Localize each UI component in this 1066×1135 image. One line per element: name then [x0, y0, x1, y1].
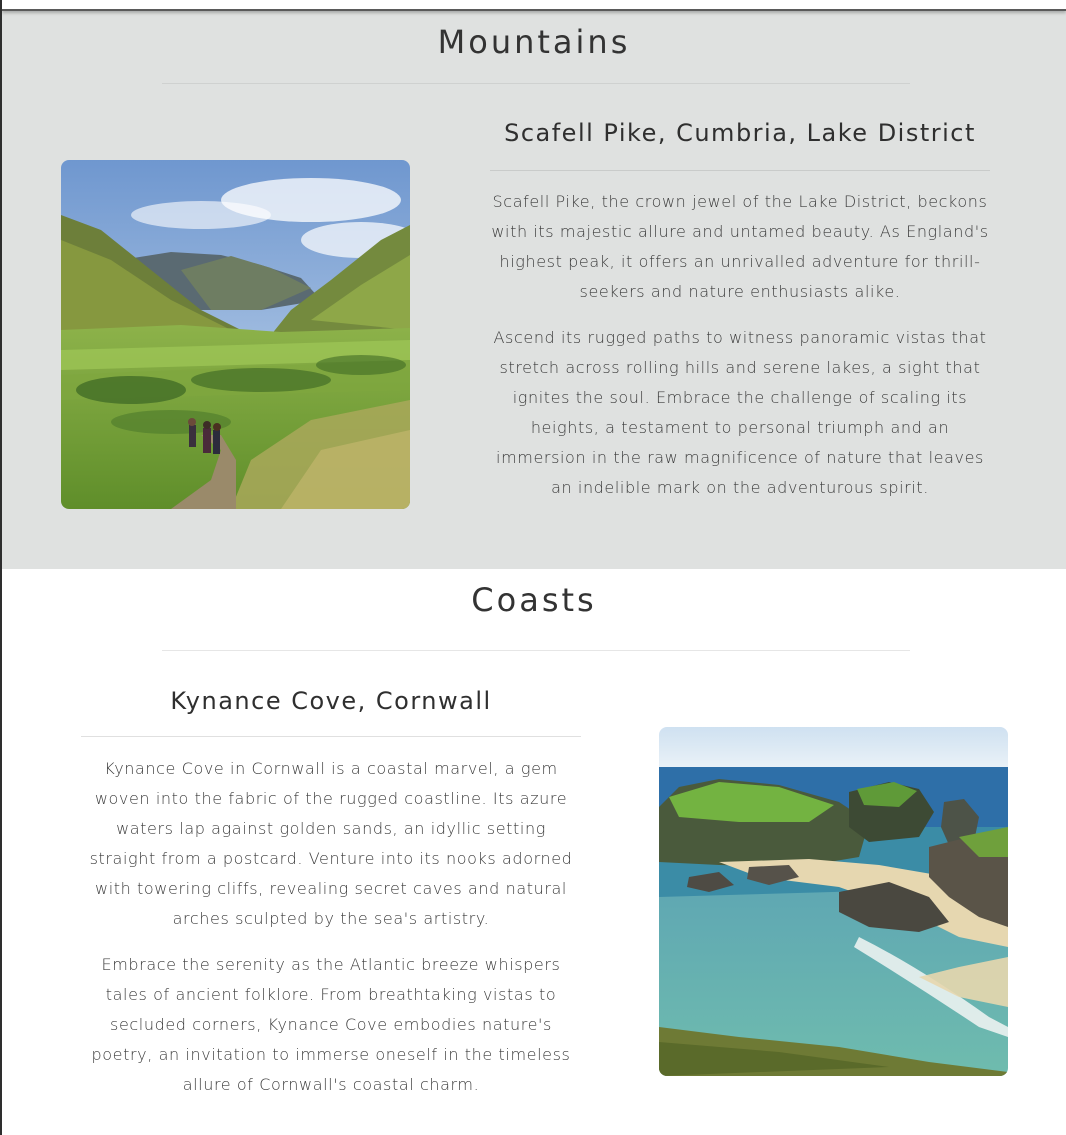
- scafell-pike-divider: [490, 170, 990, 171]
- mountains-heading-divider: [162, 83, 910, 84]
- scafell-pike-title: Scafell Pike, Cumbria, Lake District: [504, 119, 976, 147]
- coasts-section: Coasts Kynance Cove, Cornwall Kynance Co…: [2, 569, 1066, 1135]
- mountains-heading: Mountains: [437, 23, 631, 61]
- kynance-cove-divider: [81, 736, 581, 737]
- scafell-pike-paragraph-1: Scafell Pike, the crown jewel of the Lak…: [491, 192, 989, 301]
- kynance-cove-title: Kynance Cove, Cornwall: [170, 687, 492, 715]
- kynance-cove-paragraph-1: Kynance Cove in Cornwall is a coastal ma…: [89, 759, 573, 928]
- coasts-heading: Coasts: [471, 581, 597, 619]
- page: Mountains Scafell Pike, Cumbria, Lake Di…: [0, 0, 1066, 1135]
- top-bar: [2, 0, 1066, 11]
- kynance-cove-paragraph-2: Embrace the serenity as the Atlantic bre…: [91, 955, 571, 1094]
- kynance-cove-description: Kynance Cove in Cornwall is a coastal ma…: [81, 754, 581, 1116]
- scafell-pike-paragraph-2: Ascend its rugged paths to witness panor…: [493, 328, 987, 497]
- kynance-cove-photo: [659, 727, 1008, 1076]
- coasts-heading-divider: [162, 650, 910, 651]
- scafell-pike-photo: [61, 160, 410, 509]
- mountains-section: Mountains Scafell Pike, Cumbria, Lake Di…: [2, 11, 1066, 569]
- scafell-pike-description: Scafell Pike, the crown jewel of the Lak…: [490, 187, 990, 519]
